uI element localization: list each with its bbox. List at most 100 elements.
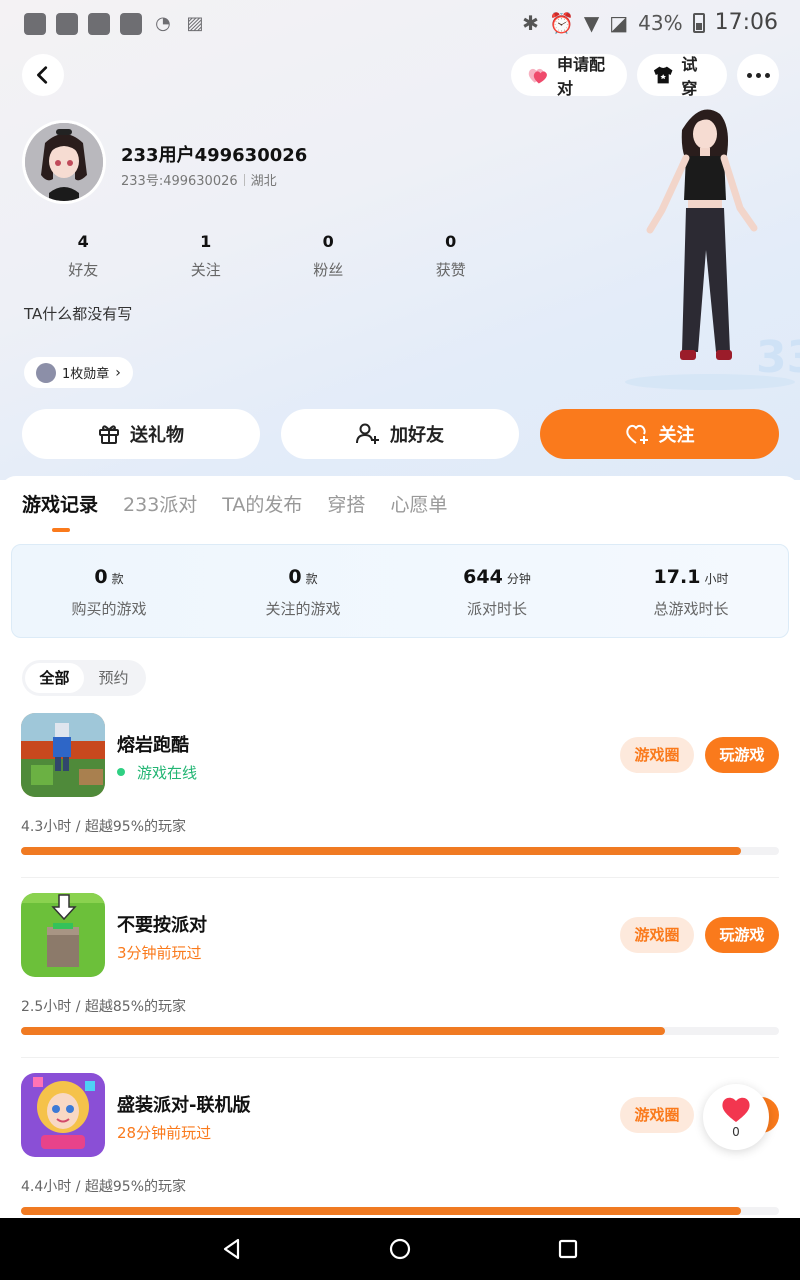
game-circle-button[interactable]: 游戏圈 — [620, 1097, 694, 1133]
image-icon: ▨ — [186, 13, 204, 34]
game-title: 盛装派对-联机版 — [117, 1095, 251, 1116]
add-friend-button[interactable]: 加好友 — [281, 409, 519, 459]
playtime-progress — [21, 1027, 779, 1035]
summary-label: 购买的游戏 — [71, 600, 147, 618]
battery-percent: 43% — [638, 10, 683, 35]
avatar-character-image — [25, 123, 103, 201]
profile-tabs: 游戏记录 233派对 TA的发布 穿搭 心愿单 — [22, 490, 447, 517]
playtime-progress — [21, 1207, 779, 1215]
game-row[interactable]: 不要按派对 3分钟前玩过 游戏圈 玩游戏 2.5小时 / 超越85%的玩家 — [0, 893, 800, 1073]
wifi-icon: ▼ — [583, 10, 600, 35]
like-count: 0 — [732, 1125, 740, 1139]
user-id-line: 233号:499630026 湖北 — [121, 170, 277, 189]
game-playtime: 2.5小时 / 超越85%的玩家 — [21, 999, 186, 1015]
game-title: 不要按派对 — [117, 915, 207, 936]
notification-icon — [24, 13, 46, 35]
avatar[interactable] — [22, 120, 106, 204]
summary-label: 关注的游戏 — [265, 600, 341, 618]
game-filter-toggle: 全部 预约 — [22, 660, 146, 696]
summary-party-time: 644 分钟 派对时长 — [400, 545, 594, 637]
summary-value: 0 — [288, 566, 302, 588]
heart-icon — [722, 1097, 750, 1122]
game-icon-dont-press — [21, 893, 105, 977]
tab-posts[interactable]: TA的发布 — [222, 490, 302, 517]
summary-label: 总游戏时长 — [653, 600, 729, 618]
game-circle-button[interactable]: 游戏圈 — [620, 737, 694, 773]
medals-label: 1枚勋章 — [62, 367, 110, 382]
game-status: 28分钟前玩过 — [117, 1124, 212, 1142]
stat-friends[interactable]: 4 好友 — [22, 232, 145, 280]
play-game-button[interactable]: 玩游戏 — [705, 917, 779, 953]
system-navigation-bar — [0, 1218, 800, 1280]
summary-value: 0 — [94, 566, 108, 588]
gift-icon — [99, 425, 119, 444]
game-icon-lava-parkour — [21, 713, 105, 797]
playtime-progress-fill — [21, 1027, 666, 1035]
summary-value: 17.1 — [653, 566, 701, 588]
tab-wishlist[interactable]: 心愿单 — [390, 490, 447, 517]
summary-unit: 款 — [111, 572, 124, 586]
summary-unit: 分钟 — [506, 572, 531, 586]
medal-icon — [36, 362, 56, 383]
stat-following[interactable]: 1 关注 — [145, 232, 268, 280]
game-title: 熔岩跑酷 — [117, 735, 189, 756]
game-summary-card: 0款 购买的游戏 0款 关注的游戏 644 分钟 派对时长 17.1 小时 总游戏时… — [11, 544, 789, 638]
floating-like-button[interactable]: 0 — [703, 1084, 769, 1150]
nav-back-icon[interactable] — [220, 1237, 244, 1261]
playtime-progress-fill — [21, 847, 742, 855]
tab-233-party[interactable]: 233派对 — [123, 490, 197, 517]
tab-indicator — [52, 528, 70, 532]
playtime-progress-fill — [21, 1207, 742, 1215]
summary-value: 644 — [463, 566, 503, 588]
divider — [21, 1057, 779, 1058]
nav-home-icon[interactable] — [388, 1237, 412, 1261]
stat-fans[interactable]: 0 粉丝 — [267, 232, 390, 280]
stat-label: 粉丝 — [313, 261, 344, 279]
stat-label: 获赞 — [435, 261, 466, 279]
no-sim-icon: ◪ — [609, 10, 629, 35]
hearts-icon — [528, 68, 547, 84]
status-bar: ◔ ▨ ✱ ⏰ ▼ ◪ 43% 17:06 — [0, 0, 800, 48]
game-circle-button[interactable]: 游戏圈 — [620, 917, 694, 953]
filter-reserve[interactable]: 预约 — [84, 663, 143, 693]
summary-purchased: 0款 购买的游戏 — [12, 545, 206, 637]
play-game-button[interactable]: 玩游戏 — [705, 737, 779, 773]
send-gift-button[interactable]: 送礼物 — [22, 409, 260, 459]
svg-text:33: 33 — [756, 332, 800, 383]
summary-followed: 0款 关注的游戏 — [206, 545, 400, 637]
nav-recents-icon[interactable] — [556, 1237, 580, 1261]
apply-match-button[interactable]: 申请配对 — [511, 54, 627, 98]
bio-text: TA什么都没有写 — [24, 305, 133, 323]
tab-game-records[interactable]: 游戏记录 — [22, 490, 98, 517]
profile-stats: 4 好友 1 关注 0 粉丝 0 获赞 — [22, 232, 512, 280]
send-gift-label: 送礼物 — [130, 425, 184, 446]
divider — [243, 173, 245, 186]
sync-icon: ◔ — [155, 13, 171, 34]
divider — [21, 877, 779, 878]
more-dot-icon — [764, 72, 770, 78]
try-on-button[interactable]: 试穿 — [637, 54, 727, 98]
game-playtime: 4.4小时 / 超越95%的玩家 — [21, 1179, 186, 1195]
medals-button[interactable]: 1枚勋章 › — [24, 357, 133, 388]
try-on-label: 试穿 — [681, 55, 698, 98]
add-friend-label: 加好友 — [390, 425, 444, 446]
stat-label: 好友 — [68, 261, 99, 279]
game-status: 3分钟前玩过 — [117, 944, 202, 962]
back-button[interactable] — [22, 54, 64, 96]
summary-unit: 款 — [305, 572, 318, 586]
heart-plus-icon — [625, 424, 648, 444]
stat-likes[interactable]: 0 获赞 — [390, 232, 513, 280]
game-status-text: 游戏在线 — [137, 764, 198, 782]
follow-button[interactable]: 关注 — [540, 409, 779, 459]
playtime-progress — [21, 847, 779, 855]
character-avatar-3d[interactable]: 33 — [620, 100, 800, 390]
summary-unit: 小时 — [704, 572, 729, 586]
game-row[interactable]: 熔岩跑酷 游戏在线 游戏圈 玩游戏 4.3小时 / 超越95%的玩家 — [0, 713, 800, 893]
username: 233用户499630026 — [121, 145, 308, 166]
notification-icon — [120, 13, 142, 35]
filter-all[interactable]: 全部 — [25, 663, 84, 693]
tab-outfits[interactable]: 穿搭 — [327, 490, 365, 517]
more-options-button[interactable] — [737, 54, 779, 96]
apply-match-label: 申请配对 — [556, 55, 605, 98]
user-id: 233号:499630026 — [121, 174, 238, 189]
